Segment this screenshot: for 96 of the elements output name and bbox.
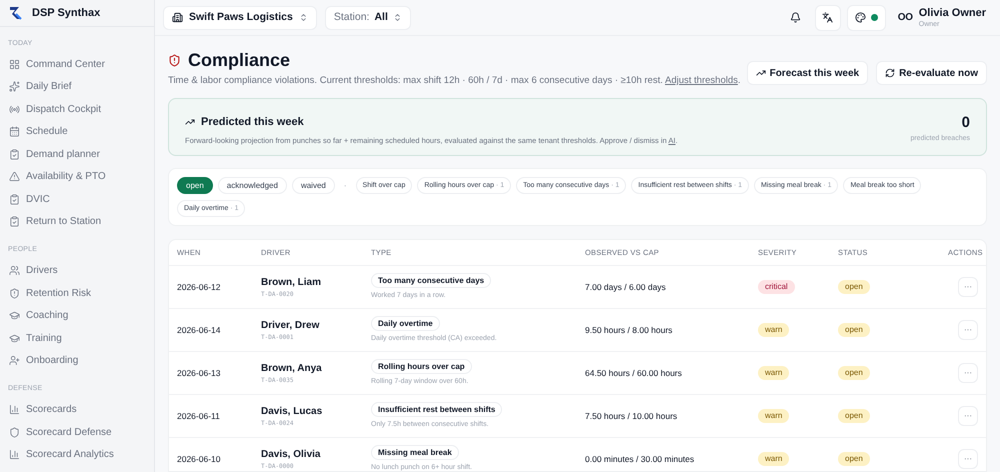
grid-icon <box>9 58 20 70</box>
sidebar-item[interactable]: Coaching <box>8 304 146 327</box>
severity-badge: warn <box>758 452 790 466</box>
severity-badge: warn <box>758 323 790 338</box>
sidebar-item[interactable]: DVIC <box>8 188 146 210</box>
status-badge: open <box>838 409 870 424</box>
shield-icon <box>9 288 20 299</box>
more-actions-button[interactable]: ··· <box>958 406 978 426</box>
type-tag: Too many consecutive days <box>371 273 492 288</box>
re-evaluate-button[interactable]: Re-evaluate now <box>876 61 987 85</box>
type-tag: Rolling hours over cap <box>371 359 472 374</box>
date-cell: 2026-06-14 <box>177 324 220 337</box>
sidebar-item[interactable]: Demand planner <box>8 143 146 166</box>
palette-icon <box>854 12 866 23</box>
bell-icon <box>790 12 802 23</box>
user-name: Olivia Owner <box>918 8 986 18</box>
sidebar-item[interactable]: Drivers <box>8 260 146 282</box>
sidebar-item[interactable]: Schedule <box>8 120 146 143</box>
status-filter-chip[interactable]: open <box>177 177 213 194</box>
page-subtitle: Time & labor compliance violations. Current thresholds: max shift 12h · 60h / 7d · max 6 consecutive days · ≥10h rest. Adjust thresholds. <box>168 74 741 88</box>
type-tag: Insufficient rest between shifts <box>371 402 502 417</box>
chevrons-icon <box>298 13 308 22</box>
forecast-button[interactable]: Forecast this week <box>746 61 868 85</box>
observed-cell: 7.50 hours / 10.00 hours <box>585 410 678 423</box>
avatar-initials[interactable]: OO <box>898 10 913 25</box>
date-cell: 2026-06-11 <box>177 410 220 423</box>
clipboard-icon <box>9 194 20 205</box>
type-tag: Missing meal break <box>371 445 459 460</box>
driver-name: Brown, Liam <box>261 276 322 290</box>
clipboard-icon <box>9 216 20 228</box>
severity-badge: critical <box>758 280 795 294</box>
prediction-title: Predicted this week <box>201 114 304 130</box>
sidebar-item[interactable]: Training <box>8 327 146 350</box>
driver-name: Driver, Drew <box>261 319 320 334</box>
status-badge: open <box>838 280 870 294</box>
shield-alert-icon <box>168 54 181 66</box>
status-badge: open <box>838 366 870 380</box>
app-name: DSP Synthax <box>32 6 100 20</box>
language-button[interactable] <box>814 4 841 30</box>
refresh-icon <box>885 68 896 78</box>
logo-icon <box>8 4 24 21</box>
radio-icon <box>9 104 20 115</box>
status-badge: open <box>838 323 870 338</box>
tenant-selector[interactable]: Swift Paws Logistics <box>163 6 317 30</box>
observed-cell: 9.50 hours / 8.00 hours <box>585 324 672 337</box>
users-icon <box>9 265 20 276</box>
sidebar-item[interactable]: Scorecard Defense <box>8 421 146 444</box>
graduation-cap-icon <box>9 332 20 344</box>
driver-name: Brown, Anya <box>261 362 322 376</box>
chevrons-icon <box>392 13 402 22</box>
station-selector[interactable]: Station: All <box>324 6 411 30</box>
shield-icon <box>9 426 20 438</box>
observed-cell: 0.00 minutes / 30.00 minutes <box>585 452 694 466</box>
status-filter-chip[interactable]: acknowledged <box>218 177 287 194</box>
sidebar-item[interactable]: Command Center <box>8 53 146 76</box>
trending-up-icon <box>756 68 766 78</box>
warning-icon <box>9 171 20 182</box>
more-actions-button[interactable]: ··· <box>958 363 978 384</box>
date-cell: 2026-06-12 <box>177 280 220 294</box>
sidebar-item[interactable]: Return to Station <box>8 210 146 233</box>
page-title: Compliance <box>188 51 290 69</box>
user-plus-icon <box>9 355 20 366</box>
filter-separator: · <box>342 180 348 192</box>
sidebar-item[interactable]: Onboarding <box>8 350 146 372</box>
severity-badge: warn <box>758 366 790 380</box>
sidebar-item[interactable]: Scorecards <box>8 398 146 421</box>
sidebar-item[interactable]: Dispatch Cockpit <box>8 98 146 120</box>
status-filter-chip[interactable]: waived <box>292 177 335 194</box>
sidebar-item[interactable]: Daily Brief <box>8 76 146 98</box>
more-actions-button[interactable]: ··· <box>958 277 978 298</box>
bar-chart-icon <box>9 404 20 416</box>
prediction-count: 0 <box>962 114 970 130</box>
observed-cell: 7.00 days / 6.00 days <box>585 280 666 294</box>
clipboard-icon <box>9 148 20 160</box>
more-actions-button[interactable]: ··· <box>958 449 978 470</box>
more-actions-button[interactable]: ··· <box>958 320 978 340</box>
observed-cell: 64.50 hours / 60.00 hours <box>585 366 682 380</box>
date-cell: 2026-06-13 <box>177 366 220 380</box>
date-cell: 2026-06-10 <box>177 452 220 466</box>
sidebar-item[interactable]: Availability & PTO <box>8 166 146 188</box>
sparkles-icon <box>9 81 20 92</box>
graduation-cap-icon <box>9 310 20 322</box>
sidebar-item[interactable]: Scorecard Analytics <box>8 444 146 466</box>
status-badge: open <box>838 452 870 466</box>
severity-badge: warn <box>758 409 790 424</box>
sidebar-item[interactable]: Retention Risk <box>8 282 146 304</box>
language-icon <box>822 12 834 23</box>
bar-chart-icon <box>9 449 20 460</box>
driver-name: Davis, Lucas <box>261 405 322 420</box>
trending-up-icon <box>185 117 195 128</box>
calendar-icon <box>9 126 20 138</box>
type-tag: Daily overtime <box>371 316 440 331</box>
building-icon <box>172 12 183 23</box>
theme-button[interactable] <box>846 4 886 30</box>
driver-name: Davis, Olivia <box>261 448 320 462</box>
adjust-thresholds-link[interactable]: Adjust thresholds <box>665 75 738 86</box>
